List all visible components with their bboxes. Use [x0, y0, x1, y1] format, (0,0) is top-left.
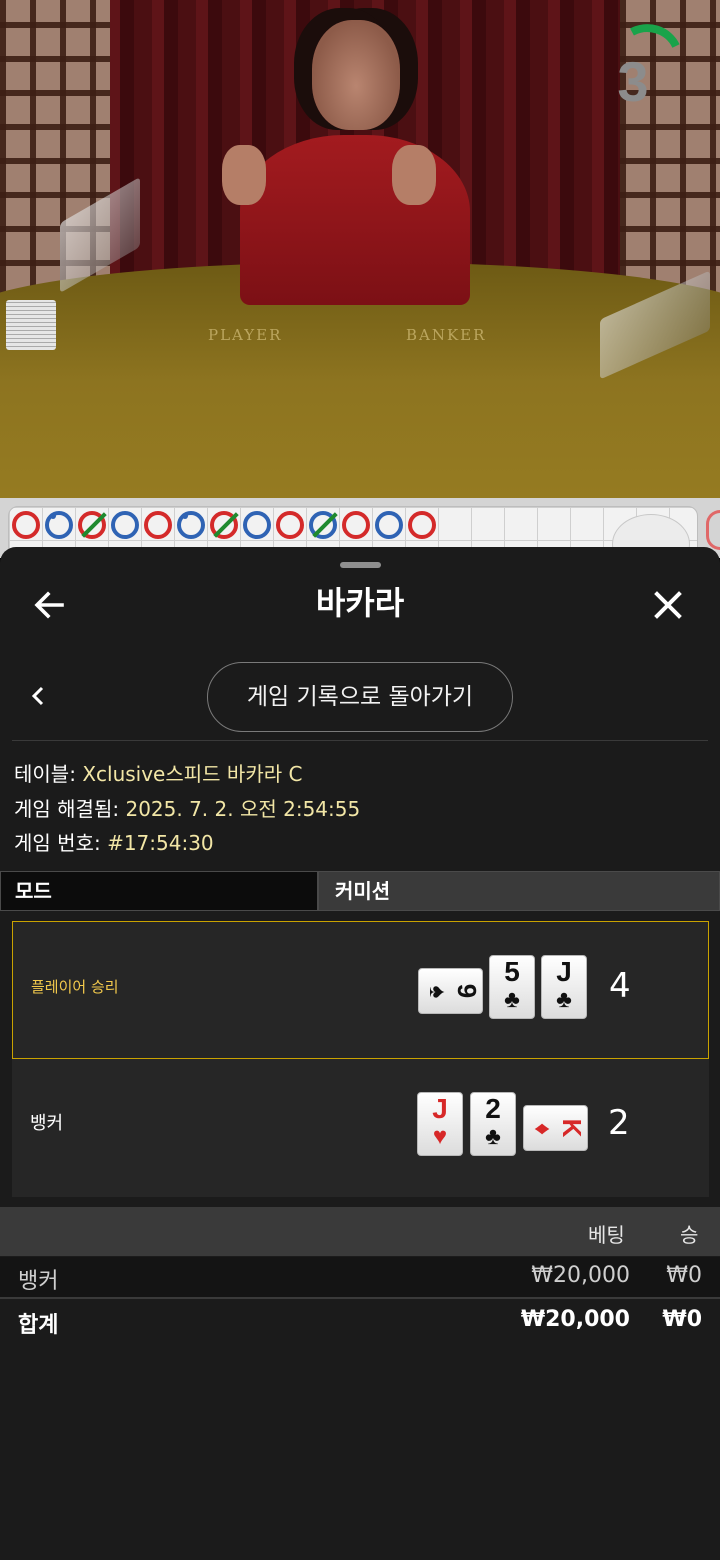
info-row-table: 테이블: Xclusive스피드 바카라 C [14, 757, 360, 792]
game-number-value: #17:54:30 [107, 831, 214, 855]
tab-commission[interactable]: 커미션 [318, 871, 720, 911]
player-result-label: 플레이어 승리 [31, 978, 119, 996]
banker-result-label: 뱅커 [30, 1113, 64, 1134]
playing-card: 5 ♣ [489, 955, 535, 1019]
road-bead [375, 511, 403, 539]
dealer-head [312, 20, 400, 130]
road-bead [12, 511, 40, 539]
playing-card: J ♥ [417, 1092, 463, 1156]
card-rank: K [557, 1118, 587, 1138]
card-rank: J [556, 956, 572, 987]
card-suit-icon: ♦ [529, 1122, 556, 1136]
game-info: 테이블: Xclusive스피드 바카라 C 게임 해결됨: 2025. 7. … [14, 757, 360, 861]
card-suit-icon: ♣ [485, 1123, 501, 1150]
round-result-panel: 플레이어 승리 9 ♠ 5 ♣ J ♣ 4 뱅커 J ♥ 2 ♣ K ♦ 2 [12, 921, 709, 1197]
game-history-sheet: 바카라 게임 기록으로 돌아가기 테이블: Xclusive스피드 바카라 C … [0, 547, 720, 1560]
road-bead [177, 511, 205, 539]
dealer-hand-left [222, 145, 266, 205]
card-suit-icon: ♥ [432, 1123, 448, 1150]
card-rank: 2 [485, 1093, 501, 1124]
road-bead [78, 511, 106, 539]
dealer-hand-right [392, 145, 436, 205]
resolved-value: 2025. 7. 2. 오전 2:54:55 [125, 796, 361, 821]
return-to-history-button[interactable]: 게임 기록으로 돌아가기 [207, 662, 513, 732]
playing-card: J ♣ [541, 955, 587, 1019]
divider [12, 740, 708, 741]
player-hand: 플레이어 승리 9 ♠ 5 ♣ J ♣ 4 [12, 921, 709, 1059]
road-bead [408, 511, 436, 539]
countdown-timer: 3 [602, 22, 686, 112]
card-deck-left [6, 300, 56, 350]
playing-card: 2 ♣ [470, 1092, 516, 1156]
card-suit-icon: ♣ [504, 986, 520, 1013]
total-row: 합계 ₩20,000 ₩0 [0, 1301, 720, 1343]
win-amount: ₩0 [666, 1263, 702, 1288]
chevron-left-icon[interactable] [26, 683, 52, 709]
road-bead [276, 511, 304, 539]
card-rank: J [432, 1093, 448, 1124]
sheet-header: 바카라 [0, 571, 720, 635]
road-bead [309, 511, 337, 539]
road-edge-marker [706, 510, 720, 550]
road-bead [144, 511, 172, 539]
table-row: 뱅커 ₩20,000 ₩0 [0, 1257, 720, 1299]
player-score: 4 [609, 966, 631, 1006]
total-label: 합계 [18, 1313, 59, 1338]
card-suit-icon: ♣ [556, 986, 572, 1013]
road-bead [342, 511, 370, 539]
table-value: Xclusive스피드 바카라 C [82, 762, 303, 786]
road-bead [45, 511, 73, 539]
total-win-amount: ₩0 [662, 1307, 702, 1332]
sheet-drag-handle[interactable] [340, 562, 381, 568]
road-bead [210, 511, 238, 539]
page-title: 바카라 [315, 584, 405, 622]
playing-card: 9 ♠ [418, 968, 483, 1014]
bet-table-header: 베팅 승 [0, 1207, 720, 1256]
total-bet-amount: ₩20,000 [520, 1307, 630, 1332]
bet-amount: ₩20,000 [531, 1263, 630, 1288]
banker-score: 2 [608, 1103, 630, 1143]
tab-mode[interactable]: 모드 [0, 871, 318, 911]
column-header-bet: 베팅 [588, 1223, 625, 1247]
history-subnav: 게임 기록으로 돌아가기 [0, 659, 720, 733]
countdown-number: 3 [617, 50, 649, 113]
game-number-label: 게임 번호: [14, 831, 101, 855]
banker-hand: 뱅커 J ♥ 2 ♣ K ♦ 2 [12, 1063, 709, 1201]
bet-name: 뱅커 [18, 1269, 59, 1294]
card-rank: 5 [504, 956, 520, 987]
info-row-resolved: 게임 해결됨: 2025. 7. 2. 오전 2:54:55 [14, 792, 360, 827]
road-bead [243, 511, 271, 539]
felt-banker-label: BANKER [406, 326, 487, 344]
live-video: PLAYER BANKER 3 [0, 0, 720, 498]
dealer-body [240, 135, 470, 305]
card-suit-icon: ♠ [424, 985, 451, 999]
road-bead [111, 511, 139, 539]
close-icon[interactable] [648, 585, 688, 625]
card-rank: 9 [452, 983, 482, 999]
info-row-game-number: 게임 번호: #17:54:30 [14, 826, 360, 861]
resolved-label: 게임 해결됨: [14, 796, 120, 821]
column-header-win: 승 [680, 1223, 699, 1247]
table-label: 테이블: [14, 762, 76, 786]
playing-card: K ♦ [523, 1105, 588, 1151]
tab-bar: 모드 커미션 [0, 871, 720, 911]
felt-player-label: PLAYER [208, 326, 283, 344]
